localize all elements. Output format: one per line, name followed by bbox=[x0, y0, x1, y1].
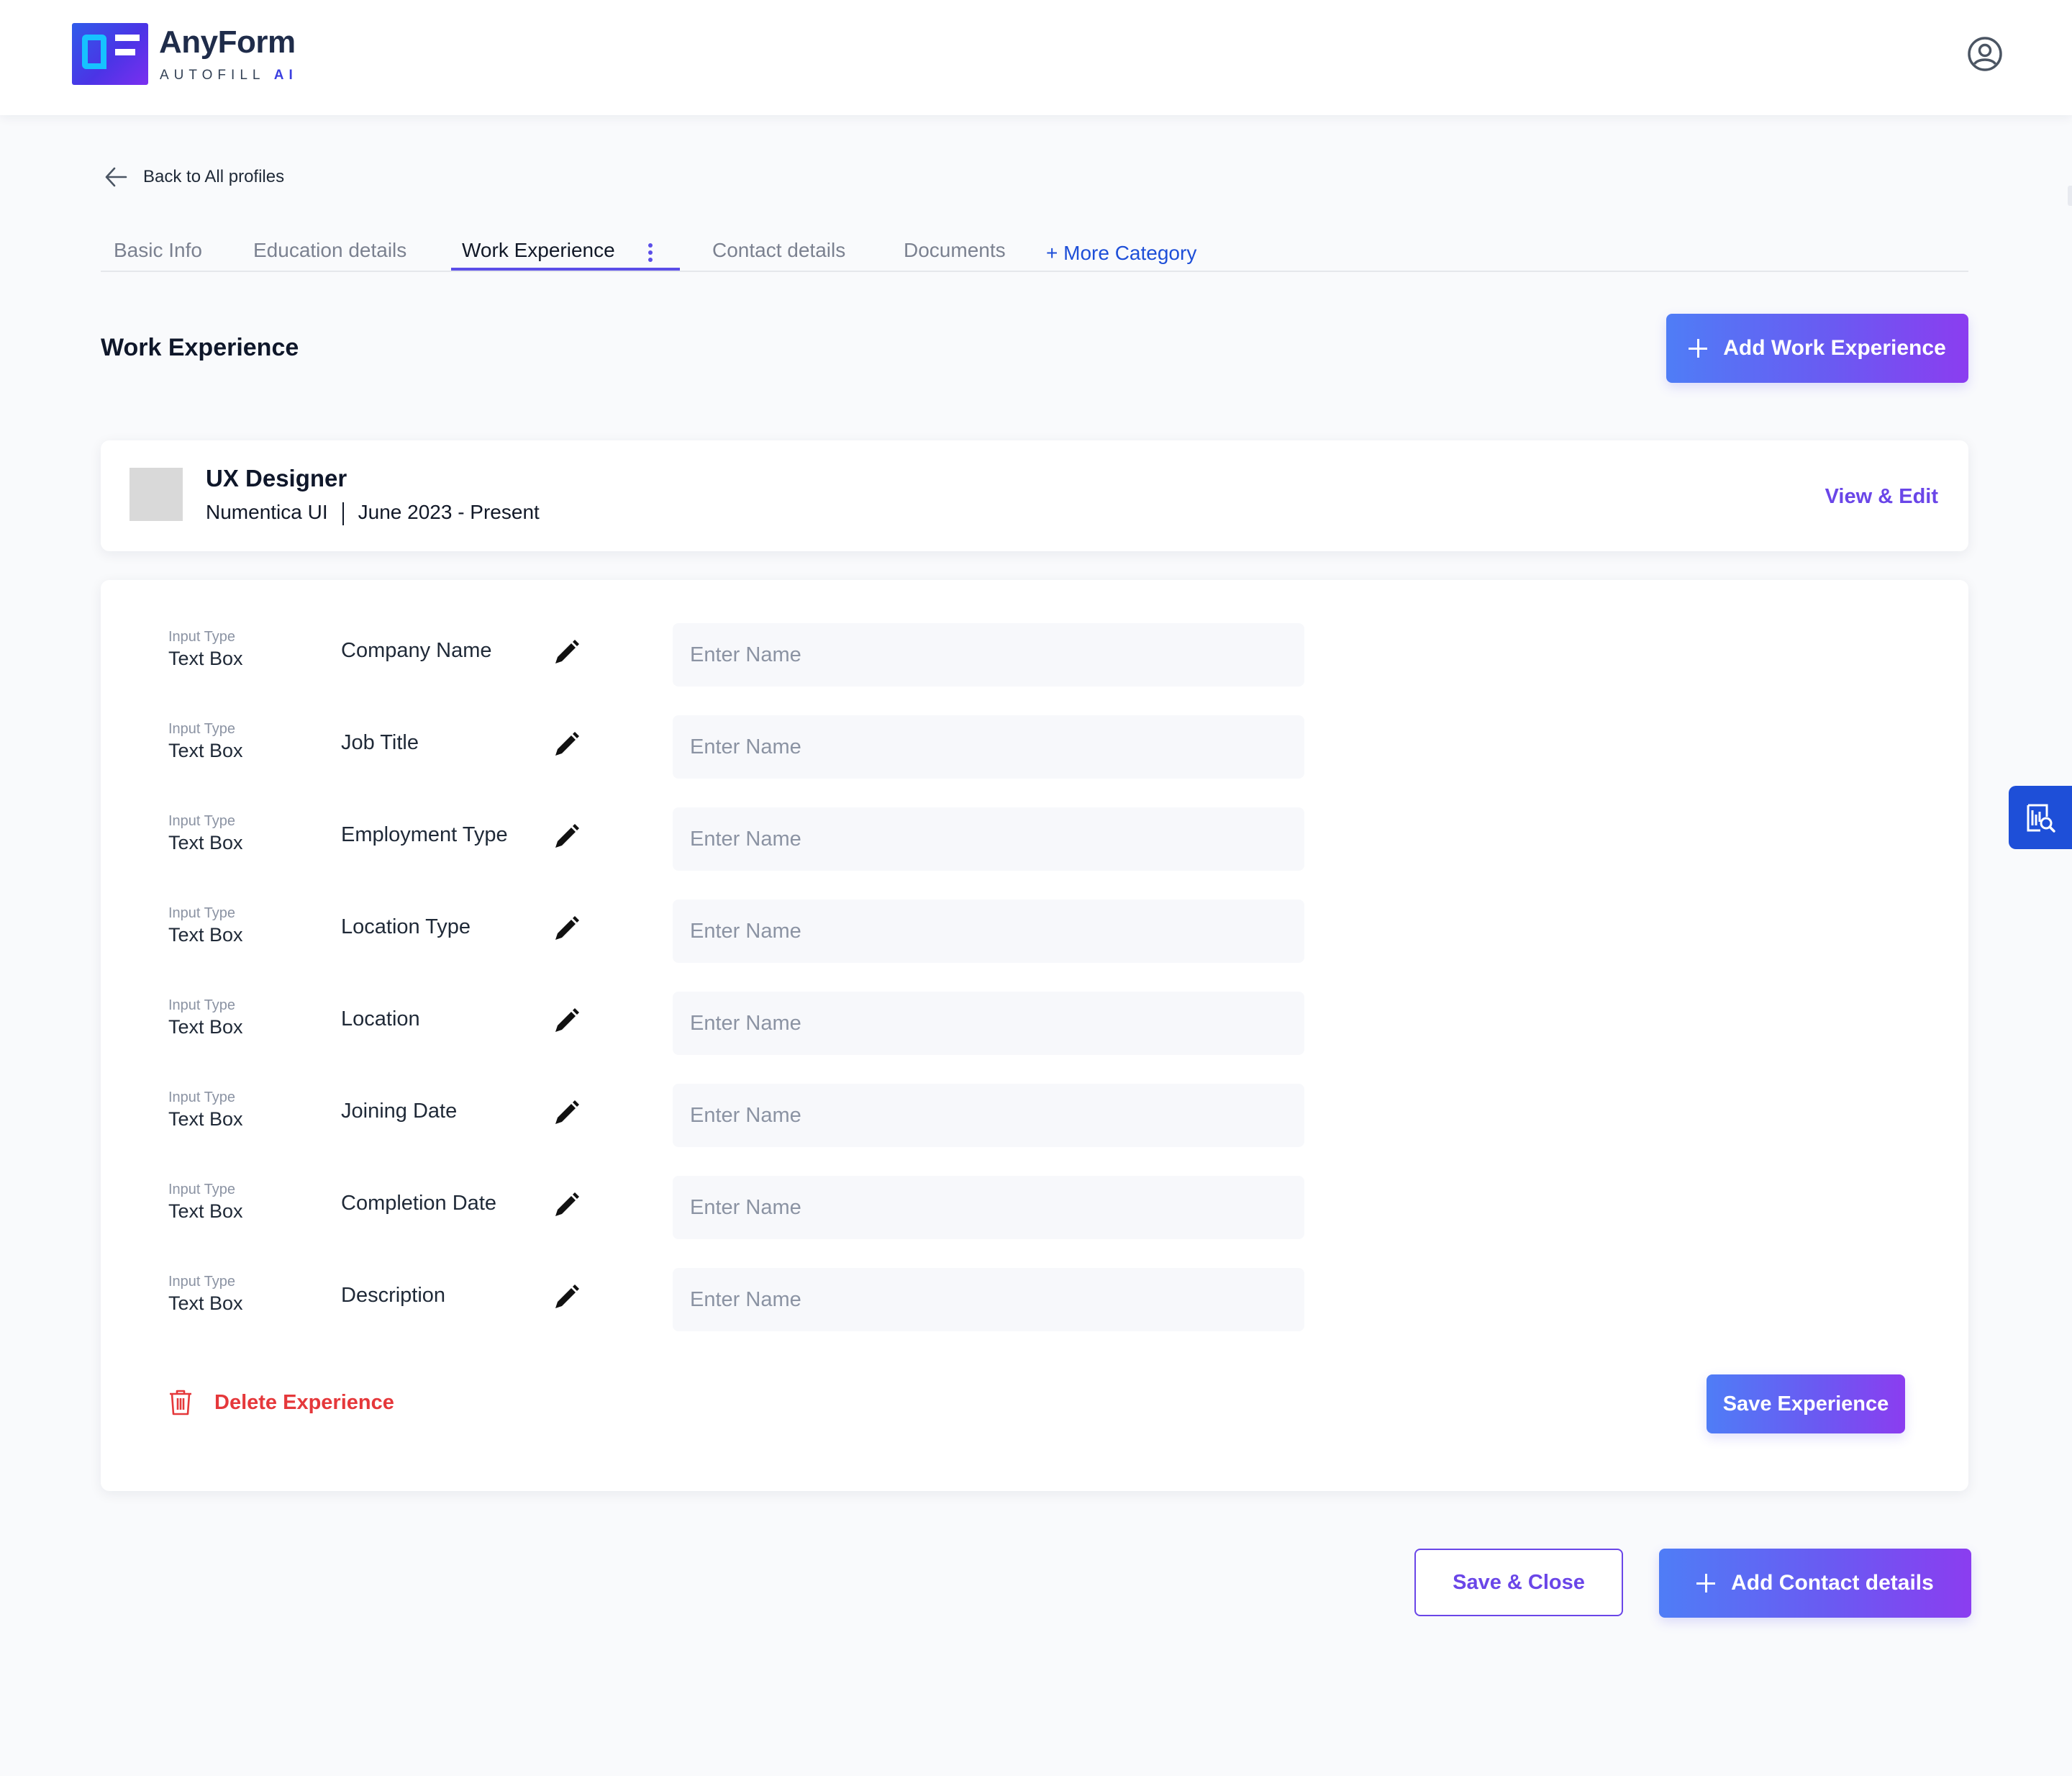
form-row: Input Type Text Box Company Name bbox=[101, 623, 1968, 687]
form-row: Input Type Text Box Employment Type bbox=[101, 807, 1968, 871]
employment-type-input[interactable] bbox=[673, 807, 1304, 871]
app-header: AnyForm AUTOFILL AI bbox=[0, 0, 2072, 115]
side-handle[interactable] bbox=[2068, 186, 2072, 206]
joining-date-input[interactable] bbox=[673, 1084, 1304, 1147]
divider bbox=[342, 502, 344, 525]
brand-tagline-ai: AI bbox=[273, 68, 298, 83]
experience-summary-card: UX Designer Numentica UI June 2023 - Pres… bbox=[101, 440, 1968, 551]
job-subtitle: Numentica UI June 2023 - Present bbox=[206, 501, 540, 525]
input-type-value: Text Box bbox=[168, 1016, 243, 1038]
input-type-label: Input Type bbox=[168, 813, 236, 829]
description-input[interactable] bbox=[673, 1268, 1304, 1331]
brand-name: AnyForm bbox=[159, 24, 296, 60]
input-type-label: Input Type bbox=[168, 1089, 236, 1105]
add-work-experience-label: Add Work Experience bbox=[1723, 336, 1946, 360]
report-search-icon bbox=[2027, 804, 2055, 833]
brand-tagline-text: AUTOFILL bbox=[160, 68, 265, 83]
input-type-value: Text Box bbox=[168, 1292, 243, 1314]
tab-contact-details[interactable]: Contact details bbox=[712, 239, 845, 262]
delete-experience-button[interactable]: Delete Experience bbox=[168, 1389, 394, 1416]
save-close-button[interactable]: Save & Close bbox=[1414, 1549, 1623, 1616]
tab-more-category[interactable]: + More Category bbox=[1046, 242, 1196, 265]
employment-period: June 2023 - Present bbox=[358, 501, 540, 523]
pencil-icon[interactable] bbox=[551, 1282, 581, 1313]
input-type-value: Text Box bbox=[168, 648, 243, 669]
input-type-value: Text Box bbox=[168, 1108, 243, 1130]
company-logo-placeholder bbox=[130, 468, 183, 521]
form-row: Input Type Text Box Location Type bbox=[101, 900, 1968, 963]
trash-icon bbox=[170, 1390, 191, 1415]
field-name: Location bbox=[341, 1007, 420, 1030]
plus-icon bbox=[1689, 339, 1708, 358]
more-vertical-icon[interactable] bbox=[648, 243, 654, 265]
arrow-left-icon bbox=[105, 167, 127, 187]
delete-experience-label: Delete Experience bbox=[214, 1390, 394, 1414]
completion-date-input[interactable] bbox=[673, 1176, 1304, 1239]
tab-basic-info[interactable]: Basic Info bbox=[114, 239, 202, 262]
tab-education-details[interactable]: Education details bbox=[253, 239, 406, 262]
experience-form-card: Input Type Text Box Company Name Input T… bbox=[101, 580, 1968, 1491]
company-name-input[interactable] bbox=[673, 623, 1304, 687]
input-type-label: Input Type bbox=[168, 1182, 236, 1197]
pencil-icon[interactable] bbox=[551, 730, 581, 760]
brand-tagline: AUTOFILL AI bbox=[160, 68, 298, 83]
plus-icon bbox=[1696, 1574, 1716, 1592]
tab-work-experience[interactable]: Work Experience bbox=[462, 239, 615, 262]
form-row: Input Type Text Box Completion Date bbox=[101, 1176, 1968, 1239]
side-tool-button[interactable] bbox=[2009, 786, 2072, 849]
input-type-label: Input Type bbox=[168, 1274, 236, 1290]
field-name: Completion Date bbox=[341, 1192, 496, 1215]
form-row: Input Type Text Box Job Title bbox=[101, 715, 1968, 779]
section-title: Work Experience bbox=[101, 334, 299, 361]
pencil-icon[interactable] bbox=[551, 1098, 581, 1128]
input-type-value: Text Box bbox=[168, 1200, 243, 1222]
view-edit-link[interactable]: View & Edit bbox=[1825, 485, 1938, 509]
job-title: UX Designer bbox=[206, 465, 347, 491]
back-link[interactable]: Back to All profiles bbox=[104, 163, 284, 191]
field-name: Location Type bbox=[341, 915, 471, 938]
input-type-value: Text Box bbox=[168, 924, 243, 946]
input-type-value: Text Box bbox=[168, 740, 243, 761]
pencil-icon[interactable] bbox=[551, 1190, 581, 1220]
pencil-icon[interactable] bbox=[551, 914, 581, 944]
input-type-value: Text Box bbox=[168, 832, 243, 853]
field-name: Employment Type bbox=[341, 823, 508, 846]
add-work-experience-button[interactable]: Add Work Experience bbox=[1666, 314, 1968, 383]
logo-icon bbox=[72, 23, 148, 85]
location-type-input[interactable] bbox=[673, 900, 1304, 963]
form-row: Input Type Text Box Description bbox=[101, 1268, 1968, 1331]
tab-documents[interactable]: Documents bbox=[904, 239, 1006, 262]
save-experience-button[interactable]: Save Experience bbox=[1707, 1374, 1905, 1433]
add-contact-details-button[interactable]: Add Contact details bbox=[1659, 1549, 1971, 1618]
form-row: Input Type Text Box Joining Date bbox=[101, 1084, 1968, 1147]
pencil-icon[interactable] bbox=[551, 638, 581, 668]
location-input[interactable] bbox=[673, 992, 1304, 1055]
input-type-label: Input Type bbox=[168, 629, 236, 645]
user-circle-icon[interactable] bbox=[1967, 36, 2003, 72]
category-tabs: Basic Info Education details Work Experi… bbox=[101, 230, 1968, 272]
field-name: Company Name bbox=[341, 639, 492, 662]
company-name: Numentica UI bbox=[206, 501, 328, 523]
input-type-label: Input Type bbox=[168, 721, 236, 737]
field-name: Joining Date bbox=[341, 1100, 458, 1123]
field-name: Job Title bbox=[341, 731, 419, 754]
add-contact-details-label: Add Contact details bbox=[1731, 1571, 1934, 1595]
form-row: Input Type Text Box Location bbox=[101, 992, 1968, 1055]
pencil-icon[interactable] bbox=[551, 1006, 581, 1036]
job-title-input[interactable] bbox=[673, 715, 1304, 779]
pencil-icon[interactable] bbox=[551, 822, 581, 852]
active-tab-indicator bbox=[451, 268, 680, 271]
field-name: Description bbox=[341, 1284, 446, 1307]
input-type-label: Input Type bbox=[168, 905, 236, 921]
back-link-label: Back to All profiles bbox=[143, 167, 285, 186]
input-type-label: Input Type bbox=[168, 997, 236, 1013]
